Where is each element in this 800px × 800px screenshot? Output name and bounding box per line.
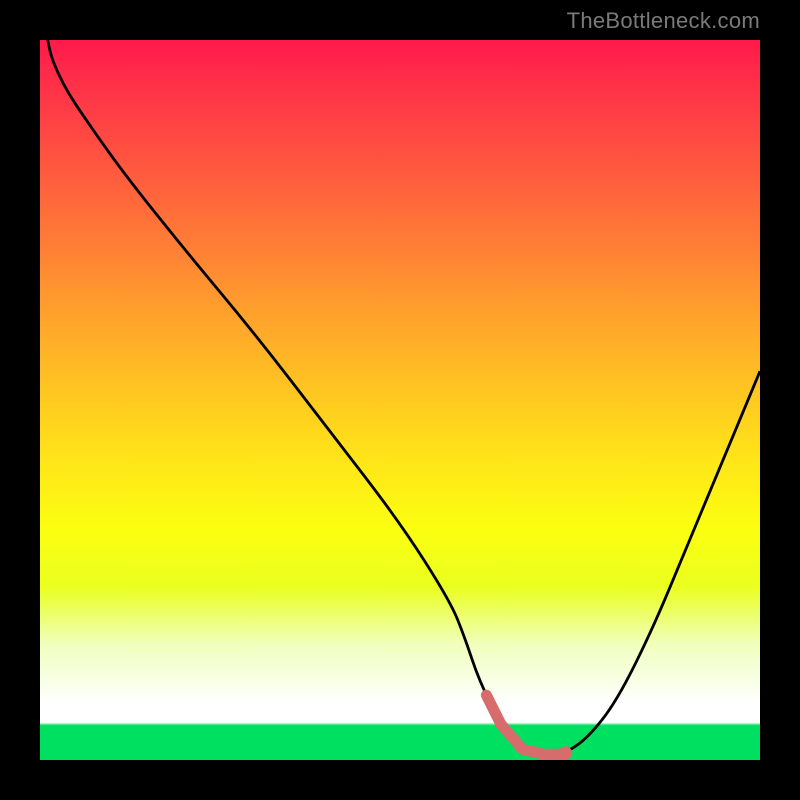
bottleneck-curve xyxy=(40,40,760,754)
plot-area xyxy=(40,40,760,760)
chart-frame: TheBottleneck.com xyxy=(0,0,800,800)
attribution-text: TheBottleneck.com xyxy=(567,8,760,34)
bottleneck-curve-highlight xyxy=(486,695,565,754)
highlight-end-dot xyxy=(559,746,572,759)
curve-layer xyxy=(40,40,760,760)
